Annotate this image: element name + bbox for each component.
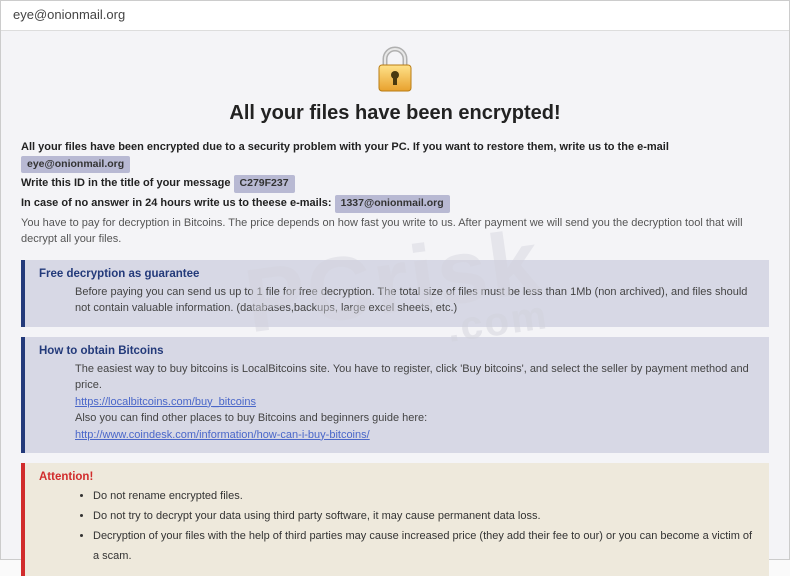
attention-title: Attention! (39, 471, 757, 483)
bitcoins-text2: Also you can find other places to buy Bi… (75, 410, 757, 427)
attention-item: Do not try to decrypt your data using th… (93, 507, 757, 527)
window-titlebar: eye@onionmail.org (1, 1, 789, 31)
attention-item: Decryption of your files with the help o… (93, 527, 757, 567)
email-pill-2: 1337@onionmail.org (335, 195, 450, 213)
payment-note: You have to pay for decryption in Bitcoi… (21, 215, 769, 248)
email-pill-1: eye@onionmail.org (21, 156, 130, 174)
bitcoins-link2[interactable]: http://www.coindesk.com/information/how-… (75, 429, 370, 441)
attention-item: Do not rename encrypted files. (93, 487, 757, 507)
lock-icon (371, 45, 419, 93)
intro-line2: Write this ID in the title of your messa… (21, 177, 230, 189)
id-pill: C279F237 (234, 175, 295, 193)
bitcoins-body: The easiest way to buy bitcoins is Local… (39, 361, 757, 444)
section-bitcoins: How to obtain Bitcoins The easiest way t… (21, 337, 769, 454)
intro-block: All your files have been encrypted due t… (21, 139, 769, 248)
section-guarantee: Free decryption as guarantee Before payi… (21, 260, 769, 327)
window-title: eye@onionmail.org (13, 7, 125, 22)
bitcoins-link1[interactable]: https://localbitcoins.com/buy_bitcoins (75, 396, 256, 408)
section-attention: Attention! Do not rename encrypted files… (21, 463, 769, 576)
lock-wrap (21, 45, 769, 96)
intro-line3: In case of no answer in 24 hours write u… (21, 197, 332, 209)
bitcoins-text1: The easiest way to buy bitcoins is Local… (75, 361, 757, 394)
intro-line1: All your files have been encrypted due t… (21, 141, 669, 153)
headline: All your files have been encrypted! (21, 102, 769, 125)
guarantee-body: Before paying you can send us up to 1 fi… (39, 284, 757, 317)
bitcoins-title: How to obtain Bitcoins (39, 345, 757, 357)
attention-list: Do not rename encrypted files. Do not tr… (39, 487, 757, 566)
content-area: PCrisk .com All your files have been enc… (1, 31, 789, 559)
guarantee-title: Free decryption as guarantee (39, 268, 757, 280)
